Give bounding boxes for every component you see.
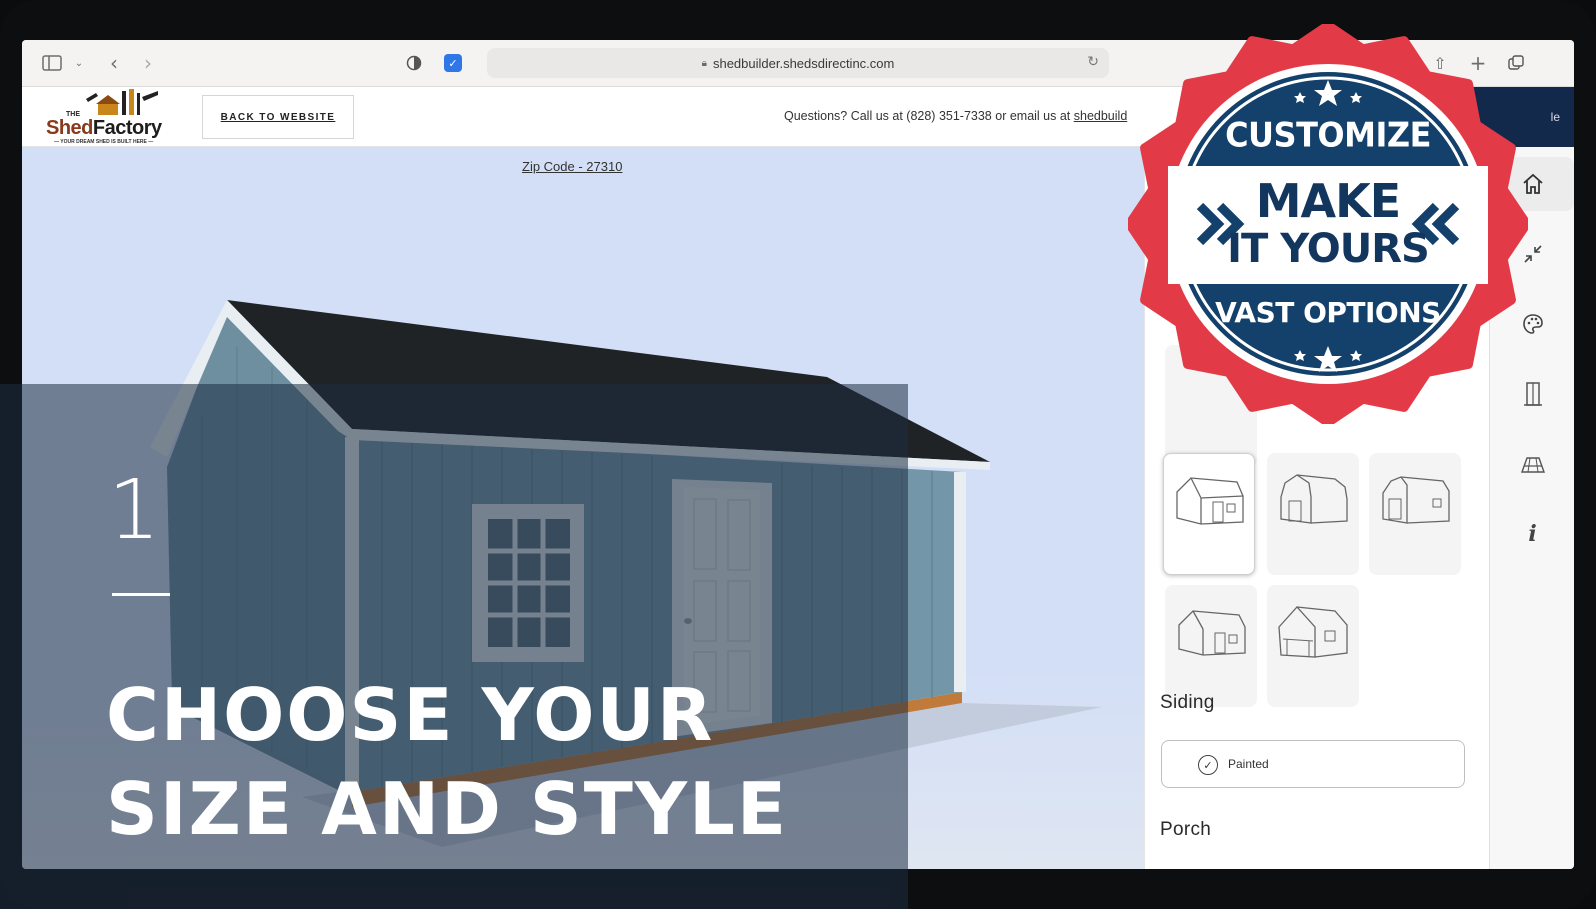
lock-icon: 🔒︎ (701, 57, 707, 69)
barn-thumbnail-icon (1280, 474, 1348, 524)
extension-icon[interactable]: ✓ (442, 50, 464, 76)
shed-factory-logo[interactable]: THE ShedFactory — YOUR DREAM SHED IS BUI… (42, 89, 192, 145)
utility-thumbnail-icon (1178, 610, 1246, 656)
step-headline: CHOOSE YOUR SIZE AND STYLE (106, 668, 788, 856)
gable-shed-thumbnail-icon (1176, 477, 1244, 525)
chevron-left-icon[interactable]: ‹ (104, 50, 124, 76)
privacy-shield-icon[interactable] (404, 50, 424, 76)
siding-option-painted[interactable]: ✓ Painted (1161, 740, 1465, 788)
url-text: shedbuilder.shedsdirectinc.com (712, 55, 895, 71)
logo-tagline: — YOUR DREAM SHED IS BUILT HERE — (54, 139, 154, 145)
check-circle-icon: ✓ (1198, 755, 1218, 775)
info-icon[interactable]: i (1490, 507, 1574, 561)
customize-badge (1128, 24, 1528, 424)
style-option-lofted[interactable] (1369, 453, 1461, 575)
reload-icon[interactable]: ↻ (1087, 54, 1099, 70)
tools-logo-icon (86, 89, 158, 115)
lofted-thumbnail-icon (1382, 476, 1450, 524)
shelves-icon[interactable] (1490, 437, 1574, 491)
porch-cabin-thumbnail-icon (1278, 606, 1348, 658)
back-to-website-button[interactable]: BACK TO WEBSITE (202, 95, 354, 139)
step-underline (112, 593, 170, 596)
porch-section-label: Porch (1160, 819, 1212, 840)
chevron-down-icon[interactable]: ⌄ (72, 50, 86, 76)
style-option-barn[interactable] (1267, 453, 1359, 575)
logo-wordmark: ShedFactory (46, 117, 162, 139)
contact-info: Questions? Call us at (828) 351-7338 or … (784, 109, 1128, 123)
headline-line-2: SIZE AND STYLE (106, 767, 789, 851)
headline-line-1: CHOOSE YOUR (106, 673, 715, 757)
style-option-utility[interactable] (1165, 585, 1257, 707)
sidebar-icon[interactable] (40, 50, 64, 76)
style-option-gable-shed[interactable] (1163, 453, 1255, 575)
style-option-porch-cabin[interactable] (1267, 585, 1359, 707)
siding-section-label: Siding (1160, 692, 1215, 713)
step-number: 1 (108, 463, 161, 558)
chevron-right-icon[interactable]: › (138, 50, 158, 76)
email-link[interactable]: shedbuild (1074, 109, 1128, 123)
siding-option-label: Painted (1228, 757, 1269, 771)
address-bar[interactable]: 🔒︎ shedbuilder.shedsdirectinc.com ↻ (487, 48, 1109, 78)
